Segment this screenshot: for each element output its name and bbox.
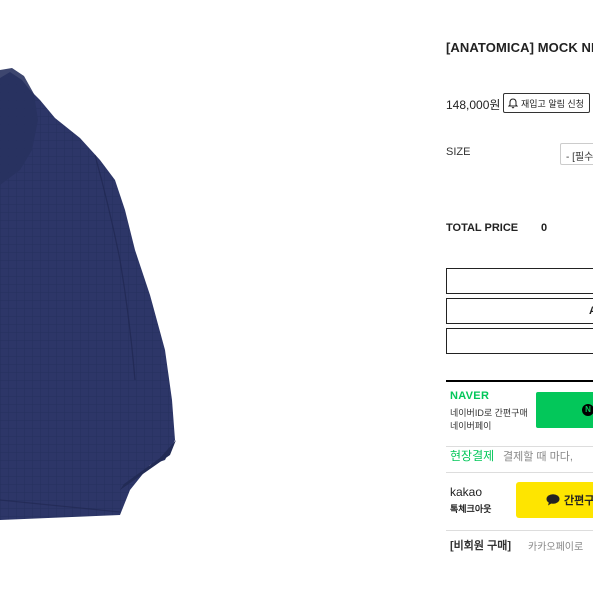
kakao-checkout-section: kakao 톡체크아웃 간편구 — [446, 472, 593, 526]
guest-purchase-label: [비회원 구매] — [450, 540, 511, 552]
product-title: [ANATOMICA] MOCK NE — [446, 40, 593, 55]
kakao-pay-button[interactable]: 간편구 — [516, 482, 593, 518]
chat-bubble-icon — [546, 494, 560, 506]
naver-n-icon: N — [582, 404, 593, 416]
size-label: SIZE — [446, 146, 471, 158]
naver-pay-button[interactable]: N — [536, 392, 593, 428]
size-select[interactable]: - [필수 — [560, 143, 593, 165]
add-to-cart-button[interactable]: A — [446, 298, 593, 324]
guest-purchase-text: 카카오페이로 — [528, 542, 584, 553]
restock-alert-label: 재입고 알림 신청 — [521, 98, 584, 109]
kakao-checkout-label: 톡체크아웃 — [450, 504, 492, 514]
guest-purchase-row: [비회원 구매] 카카오페이로 — [446, 530, 593, 553]
add-to-cart-label: A — [589, 299, 593, 323]
buy-now-button[interactable] — [446, 268, 593, 294]
onsite-payment-label: 현장결제 — [450, 449, 495, 463]
restock-alert-button[interactable]: 재입고 알림 신청 — [503, 93, 590, 113]
naver-desc-line2: 네이버페이 — [450, 421, 492, 431]
kakao-pay-label: 간편구 — [564, 495, 593, 507]
product-image — [0, 60, 200, 530]
total-price-label: TOTAL PRICE — [446, 222, 519, 234]
onsite-payment-text: 결제할 때 마다, — [503, 451, 573, 463]
naver-logo: NAVER — [450, 390, 490, 402]
naver-pay-section: NAVER 네이버ID로 간편구매 네이버페이 N — [446, 380, 593, 436]
onsite-payment-row: 현장결제 결제할 때 마다, — [446, 446, 593, 463]
bell-icon — [508, 97, 518, 108]
wishlist-button[interactable] — [446, 328, 593, 354]
product-price: 148,000원 — [446, 98, 501, 112]
naver-desc-line1: 네이버ID로 간편구매 — [450, 408, 528, 418]
total-price-value: 0 — [541, 222, 548, 234]
kakao-logo: kakao — [450, 485, 483, 499]
